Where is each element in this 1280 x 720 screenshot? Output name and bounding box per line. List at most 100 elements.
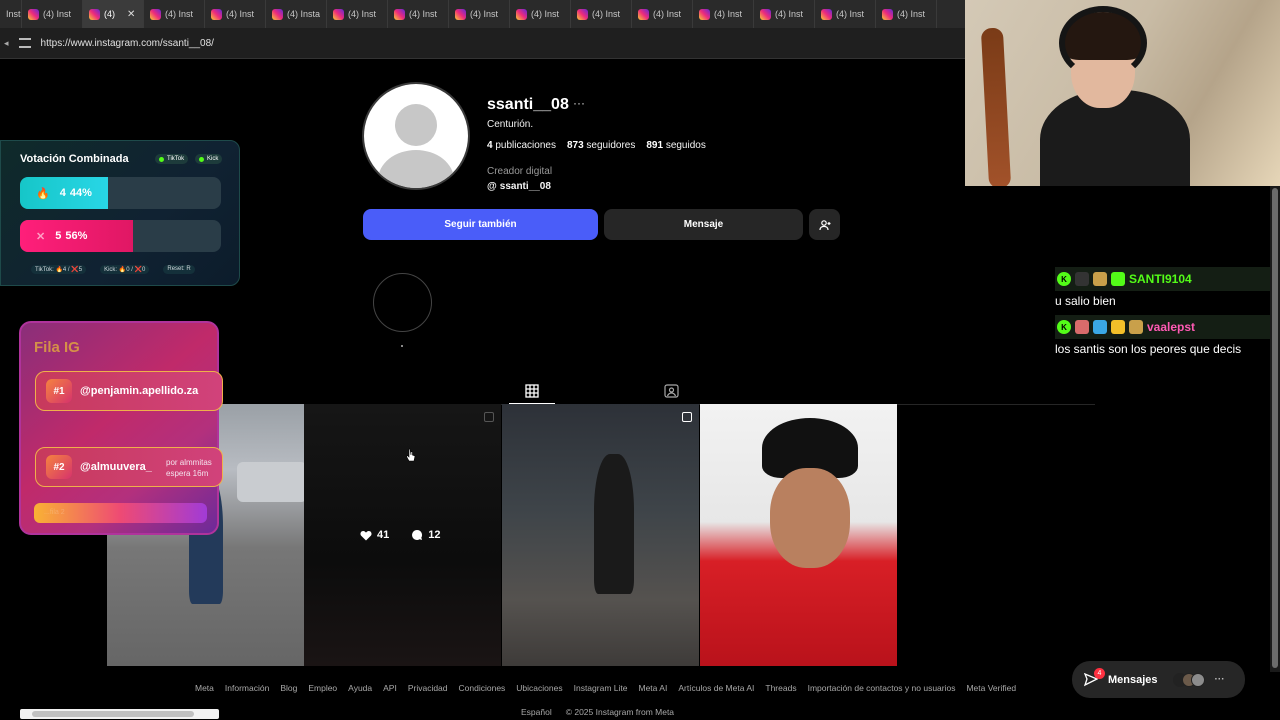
tab-label: (4) Inst: [348, 9, 377, 19]
profile-bio: Centurión.: [487, 119, 534, 130]
comments-count: 12: [428, 529, 441, 541]
tab-label: (4) Inst: [836, 9, 865, 19]
threads-icon: @: [487, 181, 497, 192]
message-button[interactable]: Mensaje: [604, 209, 803, 240]
threads-link[interactable]: @ ssanti__08: [487, 181, 551, 192]
threads-handle: ssanti__08: [499, 181, 551, 192]
browser-tab[interactable]: (4) Inst: [449, 0, 510, 28]
followers-stat[interactable]: 873 seguidores: [567, 140, 635, 151]
footer-link[interactable]: Instagram Lite: [574, 683, 628, 693]
footer-link[interactable]: Privacidad: [408, 683, 448, 693]
following-stat[interactable]: 891 seguidos: [646, 140, 706, 151]
browser-tab[interactable]: (4) Inst: [754, 0, 815, 28]
vote-reset-hint: Reset: R: [163, 265, 195, 274]
footer-link[interactable]: API: [383, 683, 397, 693]
comment-icon: [412, 529, 423, 540]
language-selector[interactable]: Español: [521, 707, 552, 717]
more-icon: ···: [1214, 674, 1225, 685]
sub-badge-icon: [1111, 272, 1125, 286]
x-count: 5: [55, 230, 62, 242]
queue-title: Fila IG: [34, 339, 80, 356]
browser-tab[interactable]: (4) Inst: [815, 0, 876, 28]
chat-user-row: K SANTI9104: [1055, 267, 1270, 291]
vertical-scrollbar[interactable]: [1270, 186, 1280, 672]
footer-link[interactable]: Empleo: [308, 683, 337, 693]
browser-tab[interactable]: (4) Inst: [510, 0, 571, 28]
tab-label: (4) Inst: [775, 9, 804, 19]
browser-tab[interactable]: Insta: [0, 0, 22, 28]
user-badge-icon: [1075, 320, 1089, 334]
footer-link[interactable]: Ayuda: [348, 683, 372, 693]
close-tab-icon[interactable]: ✕: [127, 9, 135, 20]
heart-icon: [360, 530, 372, 540]
queue-progress: ...fila 2: [34, 503, 207, 523]
browser-tab[interactable]: (4) Inst: [327, 0, 388, 28]
footer-link[interactable]: Meta AI: [638, 683, 667, 693]
follow-button[interactable]: Seguir también: [363, 209, 598, 240]
browser-tab-bar: Insta (4) Inst (4) ✕ (4) Inst (4) Inst (4) Ins…: [0, 0, 965, 28]
instagram-icon: [577, 8, 588, 20]
tab-label: (4): [104, 9, 115, 19]
cross-icon: ✕: [36, 230, 46, 243]
browser-tab[interactable]: (4) Inst: [205, 0, 266, 28]
instagram-icon: [272, 8, 283, 20]
browser-tab[interactable]: (4) Insta: [266, 0, 327, 28]
browser-tab[interactable]: (4) Inst: [693, 0, 754, 28]
tab-tagged[interactable]: [655, 378, 687, 404]
suggest-accounts-button[interactable]: [809, 209, 840, 240]
default-avatar-icon: [364, 84, 468, 188]
post-tile[interactable]: [700, 404, 897, 666]
footer-link[interactable]: Artículos de Meta AI: [678, 683, 754, 693]
footer-link[interactable]: Threads: [765, 683, 796, 693]
footer-link[interactable]: Información: [225, 683, 269, 693]
site-settings-icon[interactable]: [18, 38, 31, 48]
footer-link[interactable]: Meta Verified: [966, 683, 1016, 693]
vote-title: Votación Combinada: [20, 153, 129, 165]
browser-tab[interactable]: (4) Inst: [876, 0, 937, 28]
post-tile[interactable]: [502, 404, 699, 666]
instagram-icon: [150, 8, 161, 20]
queue-rank: #1: [46, 379, 72, 403]
fire-vote-bar: 🔥 4 44%: [20, 177, 221, 209]
tab-posts[interactable]: [509, 378, 555, 404]
chat-user-row: K vaalepst: [1055, 315, 1270, 339]
footer-link[interactable]: Condiciones: [459, 683, 506, 693]
profile-avatar[interactable]: [362, 82, 470, 190]
scrollbar-thumb[interactable]: [32, 711, 194, 717]
more-options-icon[interactable]: ···: [573, 96, 585, 110]
browser-tab[interactable]: (4) Inst: [632, 0, 693, 28]
messages-button[interactable]: Mensajes ···: [1072, 661, 1245, 698]
browser-tab[interactable]: (4) Inst: [571, 0, 632, 28]
tab-label: (4) Inst: [714, 9, 743, 19]
back-arrow-icon[interactable]: ◂: [4, 38, 9, 49]
profile-stats: 4 publicaciones 873 seguidores 891 segui…: [487, 140, 706, 151]
footer-link[interactable]: Importación de contactos y no usuarios: [808, 683, 956, 693]
tab-label: (4) Inst: [592, 9, 621, 19]
tab-label: (4) Inst: [409, 9, 438, 19]
instagram-icon: [394, 8, 405, 20]
url-text[interactable]: https://www.instagram.com/ssanti__08/: [41, 38, 214, 49]
webcam-feed: [965, 0, 1280, 186]
multi-photo-icon: [682, 412, 692, 422]
instagram-icon: [821, 8, 832, 20]
vip-badge-icon: [1093, 320, 1107, 334]
address-bar[interactable]: ◂ https://www.instagram.com/ssanti__08/: [0, 28, 965, 59]
chat-message: los santis son los peores que decis: [1055, 342, 1242, 356]
scrollbar-thumb[interactable]: [1272, 188, 1278, 668]
footer-link[interactable]: Meta: [195, 683, 214, 693]
story-highlight[interactable]: [373, 273, 432, 332]
post-photo-face: [770, 468, 850, 568]
browser-tab[interactable]: (4) Inst: [22, 0, 83, 28]
browser-tab[interactable]: (4) Inst: [388, 0, 449, 28]
fire-count: 4: [59, 187, 66, 199]
gift-badge-icon: [1093, 272, 1107, 286]
footer-link[interactable]: Blog: [280, 683, 297, 693]
browser-tab[interactable]: (4) ✕: [83, 0, 144, 28]
kick-icon: K: [1057, 272, 1071, 286]
footer-link[interactable]: Ubicaciones: [516, 683, 562, 693]
horizontal-scrollbar[interactable]: [20, 709, 219, 719]
instagram-icon: [638, 8, 649, 20]
browser-tab[interactable]: (4) Inst: [144, 0, 205, 28]
gift-badge-icon: [1129, 320, 1143, 334]
tab-label: (4) Inst: [653, 9, 682, 19]
